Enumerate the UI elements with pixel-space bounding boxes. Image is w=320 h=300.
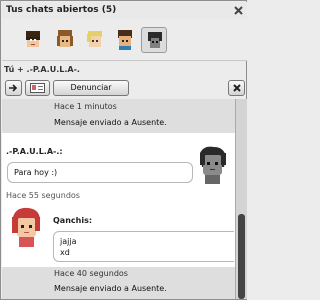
open-chats-avatars bbox=[2, 19, 247, 60]
avatar-head-icon bbox=[26, 31, 40, 47]
close-icon bbox=[232, 84, 241, 92]
chat-bubble: jajja xd bbox=[53, 231, 234, 262]
chat-avatar-3[interactable] bbox=[82, 27, 108, 53]
message-time: Hace 1 minutos bbox=[54, 102, 117, 111]
message-text: Para hoy :) bbox=[14, 168, 58, 177]
user-avatar-icon bbox=[200, 146, 226, 184]
chat-avatar-4[interactable] bbox=[112, 27, 138, 53]
divider bbox=[2, 60, 247, 61]
arrow-right-icon bbox=[9, 84, 18, 92]
forward-button[interactable] bbox=[5, 80, 22, 96]
system-message-text: Mensaje enviado a Ausente. bbox=[54, 284, 167, 293]
chat-panel: Tus chats abiertos (5) Tú + .-P.A.U.L.A-… bbox=[0, 0, 247, 300]
system-message: Hace 40 segundos Mensaje enviado a Ausen… bbox=[2, 267, 235, 299]
friend-card-button[interactable] bbox=[25, 80, 50, 96]
avatar-head-icon bbox=[87, 31, 102, 47]
chat-toolbar: Denunciar bbox=[2, 78, 247, 98]
chat-avatar-1[interactable] bbox=[20, 27, 46, 53]
system-message: Hace 1 minutos Mensaje enviado a Ausente… bbox=[2, 99, 235, 133]
sender-name: Qanchis: bbox=[53, 216, 93, 225]
message-time: Hace 40 segundos bbox=[54, 269, 128, 278]
avatar-head-icon bbox=[118, 30, 132, 50]
message-text: jajja bbox=[60, 237, 77, 246]
close-icon[interactable] bbox=[233, 5, 244, 16]
chat-avatar-5[interactable] bbox=[141, 27, 167, 53]
panel-title: Tus chats abiertos (5) bbox=[6, 5, 117, 15]
report-button[interactable]: Denunciar bbox=[53, 80, 129, 96]
avatar-head-icon bbox=[148, 32, 162, 48]
avatar-head-icon bbox=[57, 30, 73, 47]
user-avatar-icon bbox=[12, 207, 40, 247]
chat-log: Hace 1 minutos Mensaje enviado a Ausente… bbox=[2, 99, 235, 299]
scrollbar-thumb[interactable] bbox=[238, 214, 245, 299]
id-card-icon bbox=[30, 83, 45, 93]
chat-scrollbar[interactable] bbox=[235, 99, 247, 299]
message-time: Hace 55 segundos bbox=[6, 191, 80, 200]
message-text: xd bbox=[60, 248, 70, 257]
chat-bubble: Para hoy :) bbox=[7, 162, 193, 183]
sender-name: .-P.A.U.L.A-.: bbox=[6, 147, 63, 156]
chat-avatar-2[interactable] bbox=[52, 27, 78, 53]
chat-participants: Tú + .-P.A.U.L.A-. bbox=[4, 65, 80, 74]
chat-panel-header: Tus chats abiertos (5) bbox=[2, 2, 247, 19]
close-chat-button[interactable] bbox=[228, 80, 245, 96]
system-message-text: Mensaje enviado a Ausente. bbox=[54, 118, 167, 127]
